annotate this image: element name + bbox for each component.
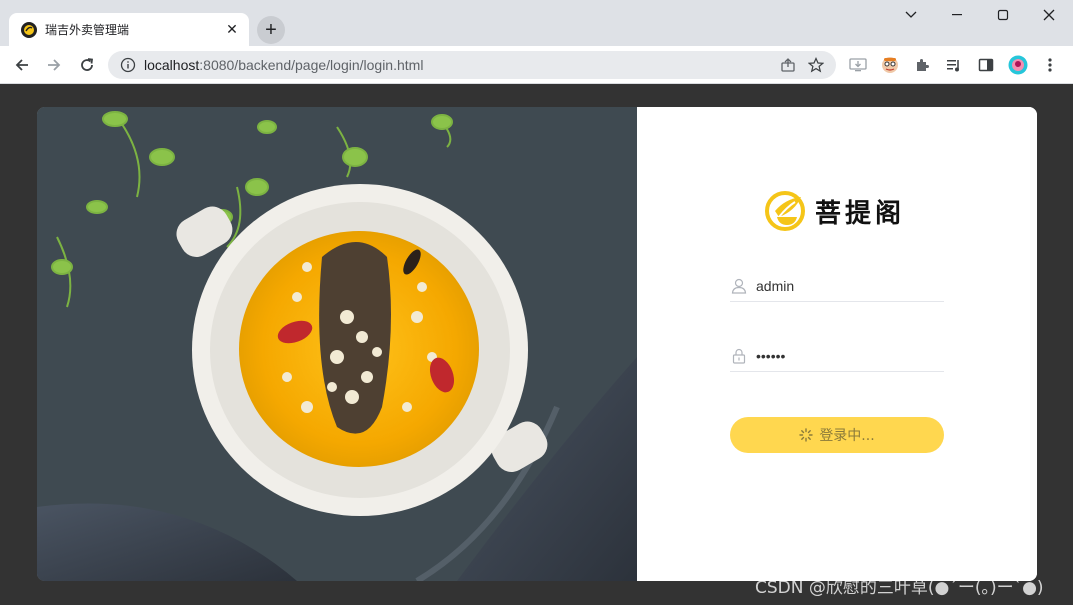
url-host: localhost: [144, 57, 200, 73]
url-path: :8080/backend/page/login/login.html: [199, 57, 424, 73]
reload-icon[interactable]: [73, 51, 101, 79]
favicon-icon: [21, 21, 37, 38]
address-bar[interactable]: localhost:8080/backend/page/login/login.…: [108, 51, 836, 79]
install-app-icon[interactable]: [844, 51, 872, 79]
media-control-icon[interactable]: [940, 51, 968, 79]
share-icon[interactable]: [774, 51, 802, 79]
extensions-puzzle-icon[interactable]: [908, 51, 936, 79]
lock-icon: [730, 347, 748, 365]
minimize-icon[interactable]: [934, 4, 980, 26]
username-input[interactable]: [756, 277, 936, 294]
new-tab-button[interactable]: +: [257, 16, 285, 44]
close-window-icon[interactable]: [1026, 4, 1072, 26]
username-field[interactable]: [730, 270, 944, 302]
csdn-watermark: CSDN @欣慰的三叶草(●´ー(｡)ー`●): [755, 578, 1044, 598]
side-panel-icon[interactable]: [972, 51, 1000, 79]
maximize-icon[interactable]: [980, 4, 1026, 26]
login-panel: 菩提阁 admin 登录中...: [637, 107, 1037, 581]
site-info-icon[interactable]: [114, 51, 142, 79]
user-icon: [730, 277, 748, 295]
tab-close-icon[interactable]: ✕: [221, 19, 243, 41]
extension-avatar-icon[interactable]: [876, 51, 904, 79]
login-card: 菩提阁 admin 登录中...: [37, 107, 1037, 581]
url-text: localhost:8080/backend/page/login/login.…: [144, 57, 774, 73]
tab-title: 瑞吉外卖管理端: [45, 23, 130, 37]
password-field[interactable]: [730, 340, 944, 372]
browser-tab[interactable]: 瑞吉外卖管理端 ✕: [9, 13, 249, 46]
more-menu-icon[interactable]: [1036, 51, 1064, 79]
browser-tab-bar: 瑞吉外卖管理端 ✕ +: [0, 0, 1073, 46]
login-button[interactable]: 登录中...: [730, 417, 944, 453]
profile-avatar-icon[interactable]: [1004, 51, 1032, 79]
back-icon[interactable]: [8, 51, 36, 79]
logo-icon: [765, 187, 809, 236]
password-input[interactable]: [756, 347, 936, 364]
food-photo: [37, 107, 637, 581]
brand-logo: 菩提阁: [765, 187, 905, 236]
tab-search-icon[interactable]: [888, 4, 934, 26]
logo-text: 菩提阁: [815, 199, 906, 229]
browser-toolbar: localhost:8080/backend/page/login/login.…: [0, 46, 1073, 84]
loading-spinner-icon: [799, 428, 814, 442]
login-button-label: 登录中...: [819, 428, 875, 444]
forward-icon[interactable]: [40, 51, 68, 79]
bookmark-star-icon[interactable]: [802, 51, 830, 79]
